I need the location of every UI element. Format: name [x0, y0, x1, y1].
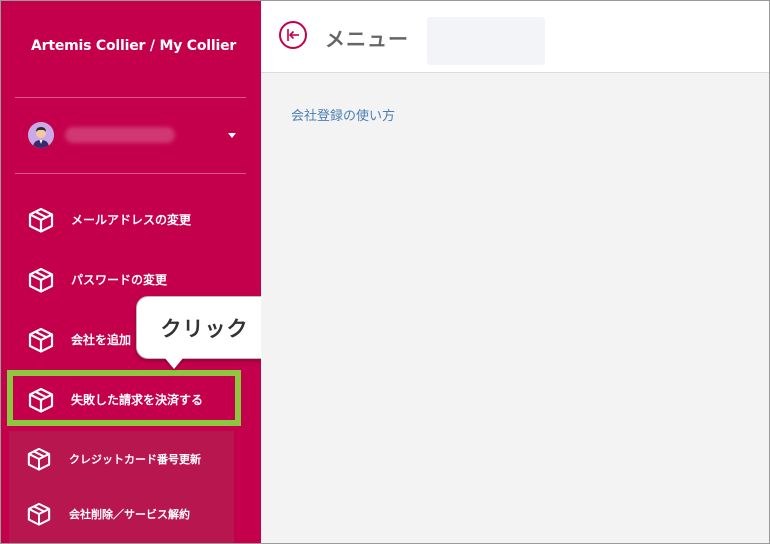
- avatar: [28, 122, 54, 148]
- brand-title: Artemis Collier / My Collier: [31, 38, 237, 54]
- box-icon: [28, 207, 54, 233]
- account-name-redacted: [65, 127, 175, 143]
- callout-text: クリック: [160, 317, 249, 341]
- arrow-left-bar-icon: [287, 29, 299, 41]
- box-icon: [27, 502, 51, 526]
- chevron-down-icon[interactable]: [228, 133, 236, 138]
- sidebar: Artemis Collier / My Collier メールアドレスの変更 …: [1, 1, 261, 543]
- help-link[interactable]: 会社登録の使い方: [291, 105, 395, 124]
- account-switcher[interactable]: [15, 107, 246, 165]
- highlight-frame: [7, 370, 241, 426]
- sidebar-item-change-email[interactable]: メールアドレスの変更: [1, 195, 261, 243]
- box-icon: [27, 447, 51, 471]
- main-content: メニュー 会社登録の使い方: [261, 1, 769, 543]
- header-placeholder: [427, 17, 545, 65]
- collapse-sidebar-button[interactable]: [279, 21, 307, 49]
- sidebar-divider: [15, 173, 246, 174]
- callout-tail: [164, 357, 184, 369]
- box-icon: [28, 327, 54, 353]
- sidebar-item-label: 会社削除／サービス解約: [69, 508, 190, 521]
- header: メニュー: [261, 1, 769, 73]
- sidebar-divider: [15, 97, 246, 98]
- sidebar-subitem-update-card[interactable]: クレジットカード番号更新: [1, 435, 261, 483]
- callout-bubble: クリック: [136, 296, 273, 359]
- box-icon: [28, 267, 54, 293]
- sidebar-item-label: 会社を追加: [71, 333, 132, 347]
- page-title: メニュー: [325, 27, 409, 51]
- sidebar-item-label: メールアドレスの変更: [71, 213, 192, 227]
- sidebar-item-label: パスワードの変更: [71, 273, 168, 287]
- app-window: Artemis Collier / My Collier メールアドレスの変更 …: [0, 0, 770, 544]
- sidebar-item-label: クレジットカード番号更新: [69, 453, 201, 466]
- sidebar-subitem-delete-company[interactable]: 会社削除／サービス解約: [1, 490, 261, 538]
